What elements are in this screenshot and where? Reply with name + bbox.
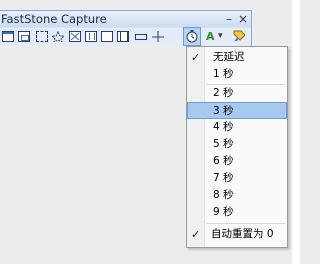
delay-timer-icon [186, 30, 198, 43]
rectangle-icon[interactable] [135, 34, 147, 40]
menu-separator [207, 223, 285, 224]
faststone-capture-window: FastStone Capture – × A ▾ [0, 10, 252, 46]
menu-item-1s[interactable]: 1 秒 [187, 66, 287, 83]
record-video-icon[interactable] [117, 31, 129, 42]
capture-region-icon[interactable] [36, 31, 48, 42]
menu-item-label: 4 秒 [213, 121, 234, 133]
crosshair-icon[interactable] [152, 31, 164, 42]
minimize-button[interactable]: – [226, 11, 232, 27]
background-edge [292, 0, 300, 264]
menu-item-2s[interactable]: 2 秒 [187, 85, 287, 102]
menu-item-9s[interactable]: 9 秒 [187, 204, 287, 221]
capture-fullscreen-icon[interactable] [69, 31, 81, 42]
menu-item-label: 7 秒 [213, 172, 234, 184]
capture-window-icon[interactable] [2, 31, 14, 42]
check-icon: ✓ [191, 51, 201, 64]
menu-item-label: 2 秒 [213, 87, 234, 99]
menu-item-label: 6 秒 [213, 155, 234, 167]
output-dropdown-arrow[interactable]: ▾ [218, 31, 223, 41]
menu-item-label: 1 秒 [213, 68, 234, 80]
delay-dropdown-menu: ✓ 无延迟 1 秒 2 秒 3 秒 4 秒 5 秒 6 秒 7 秒 8 秒 9 … [186, 46, 288, 248]
window-title: FastStone Capture [1, 12, 107, 26]
menu-item-auto-reset[interactable]: ✓ 自动重置为 0 [187, 226, 287, 243]
menu-item-label: 5 秒 [213, 138, 234, 150]
capture-object-icon[interactable] [18, 31, 30, 42]
menu-item-4s[interactable]: 4 秒 [187, 119, 287, 136]
menu-item-label: 无延迟 [213, 51, 245, 63]
capture-scrolling-icon[interactable] [85, 31, 97, 42]
menu-item-label: 9 秒 [213, 206, 234, 218]
menu-item-5s[interactable]: 5 秒 [187, 136, 287, 153]
delay-timer-button[interactable] [183, 27, 201, 46]
capture-freehand-icon[interactable] [52, 31, 64, 42]
menu-item-6s[interactable]: 6 秒 [187, 153, 287, 170]
settings-icon[interactable] [233, 30, 245, 41]
capture-fixed-region-icon[interactable] [101, 31, 113, 42]
menu-item-3s[interactable]: 3 秒 [187, 102, 287, 119]
check-icon: ✓ [191, 228, 201, 241]
menu-item-no-delay[interactable]: ✓ 无延迟 [187, 49, 287, 66]
title-bar[interactable]: FastStone Capture – × [0, 11, 251, 27]
close-button[interactable]: × [238, 11, 248, 27]
menu-item-label: 8 秒 [213, 189, 234, 201]
menu-item-7s[interactable]: 7 秒 [187, 170, 287, 187]
menu-item-label: 3 秒 [213, 105, 234, 117]
svg-text:A: A [206, 30, 215, 40]
capture-toolbar: A ▾ [0, 27, 251, 46]
output-icon[interactable]: A [205, 29, 217, 40]
menu-item-8s[interactable]: 8 秒 [187, 187, 287, 204]
menu-item-label: 自动重置为 0 [211, 228, 274, 240]
